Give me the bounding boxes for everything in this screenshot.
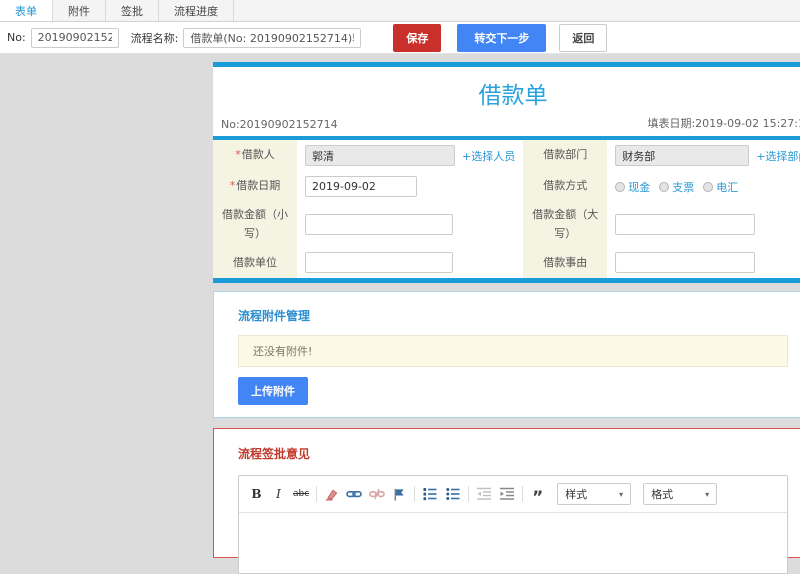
panel-bottom-bar [213,278,800,284]
borrow-unit-label: 借款单位 [213,247,297,279]
toolbar: No: 流程名称: 保存 转交下一步 返回 [0,22,800,54]
form-date-text: 填表日期:2019-09-02 15:27:1 [647,117,800,130]
tab-approval[interactable]: 签批 [106,0,159,21]
amount-lowercase-label: 借款金额（小写） [213,202,297,248]
tab-process-progress[interactable]: 流程进度 [159,0,234,21]
toolbar-separator [468,486,470,503]
form-right-column: 借款部门 +选择部门 借款方式 现金 支票 [523,140,800,279]
toolbar-separator [522,486,524,503]
bulleted-list-icon[interactable] [445,486,461,502]
tab-attachments[interactable]: 附件 [53,0,106,21]
amount-uppercase-label: 借款金额（大写） [523,202,608,248]
editor-content-area[interactable] [239,513,787,574]
link-icon[interactable] [346,486,362,502]
borrow-unit-input[interactable] [305,252,453,274]
strikethrough-icon[interactable]: abc [293,486,309,502]
editor-toolbar: B I abc ” 样式 ▾ 格式 ▾ [239,476,787,514]
amount-uppercase-input[interactable] [615,214,756,236]
borrow-date-input[interactable] [305,176,417,197]
borrow-reason-label: 借款事由 [523,247,608,279]
radio-wire-transfer[interactable]: 电汇 [703,179,738,195]
indent-icon[interactable] [499,486,515,502]
borrow-method-radio-group: 现金 支票 电汇 [615,179,738,195]
italic-icon[interactable]: I [271,486,286,502]
styles-dropdown[interactable]: 样式 ▾ [557,483,632,506]
form-title: 借款单 [478,83,548,109]
forward-next-step-button[interactable]: 转交下一步 [457,23,547,52]
process-name-label: 流程名称: [130,31,179,45]
toolbar-separator [316,486,318,503]
bold-icon[interactable]: B [249,486,264,502]
borrow-reason-input[interactable] [615,252,756,274]
department-label: 借款部门 [523,140,608,171]
remove-format-icon[interactable] [324,486,339,502]
form-left-column: *借款人 +选择人员 *借款日期 借款金额（小写） 借款单位 [213,140,523,279]
borrow-method-label: 借款方式 [523,171,608,202]
format-dropdown[interactable]: 格式 ▾ [643,483,718,506]
select-department-link[interactable]: +选择部门 [756,148,800,164]
unlink-icon[interactable] [369,486,385,502]
approval-heading: 流程签批意见 [238,447,311,462]
no-input[interactable] [30,27,119,48]
radio-cash[interactable]: 现金 [615,179,650,195]
borrower-input[interactable] [305,145,455,166]
required-mark: * [235,148,241,162]
no-attachments-alert: 还没有附件! [238,335,788,368]
attachments-panel: 流程附件管理 还没有附件! 上传附件 [213,291,800,419]
radio-cheque[interactable]: 支票 [659,179,694,195]
upload-attachment-button[interactable]: 上传附件 [238,377,308,406]
required-mark: * [229,179,236,193]
numbered-list-icon[interactable] [422,486,438,502]
no-label: No: [7,31,26,44]
save-button[interactable]: 保存 [393,23,442,52]
radio-circle-icon [615,181,626,192]
form-meta-row: No:20190902152714 填表日期:2019-09-02 15:27:… [213,113,800,136]
tab-bar: 表单 附件 签批 流程进度 [0,0,800,22]
outdent-icon[interactable] [476,486,492,502]
borrower-label: *借款人 [213,140,297,171]
tab-form[interactable]: 表单 [0,0,53,21]
approval-panel: 流程签批意见 B I abc ” 样式 ▾ 格式 ▾ [213,428,800,574]
radio-circle-icon [659,181,670,192]
form-no-text: No:20190902152714 [221,118,338,131]
attachments-heading: 流程附件管理 [238,309,311,324]
rich-text-editor: B I abc ” 样式 ▾ 格式 ▾ [238,475,788,574]
form-grid: *借款人 +选择人员 *借款日期 借款金额（小写） 借款单位 [213,140,800,279]
process-name-input[interactable] [183,27,362,48]
blockquote-icon[interactable]: ” [530,486,545,507]
chevron-down-icon: ▾ [619,489,624,499]
select-person-link[interactable]: +选择人员 [462,148,515,164]
anchor-flag-icon[interactable] [392,486,407,502]
radio-circle-icon [703,181,714,192]
borrow-date-label: *借款日期 [213,171,297,202]
toolbar-separator [414,486,416,503]
department-input[interactable] [615,145,750,166]
amount-lowercase-input[interactable] [305,214,453,236]
page-body: 借款单 No:20190902152714 填表日期:2019-09-02 15… [0,54,800,574]
back-button[interactable]: 返回 [559,23,608,52]
loan-form-panel: 借款单 No:20190902152714 填表日期:2019-09-02 15… [213,62,800,284]
chevron-down-icon: ▾ [705,489,710,499]
